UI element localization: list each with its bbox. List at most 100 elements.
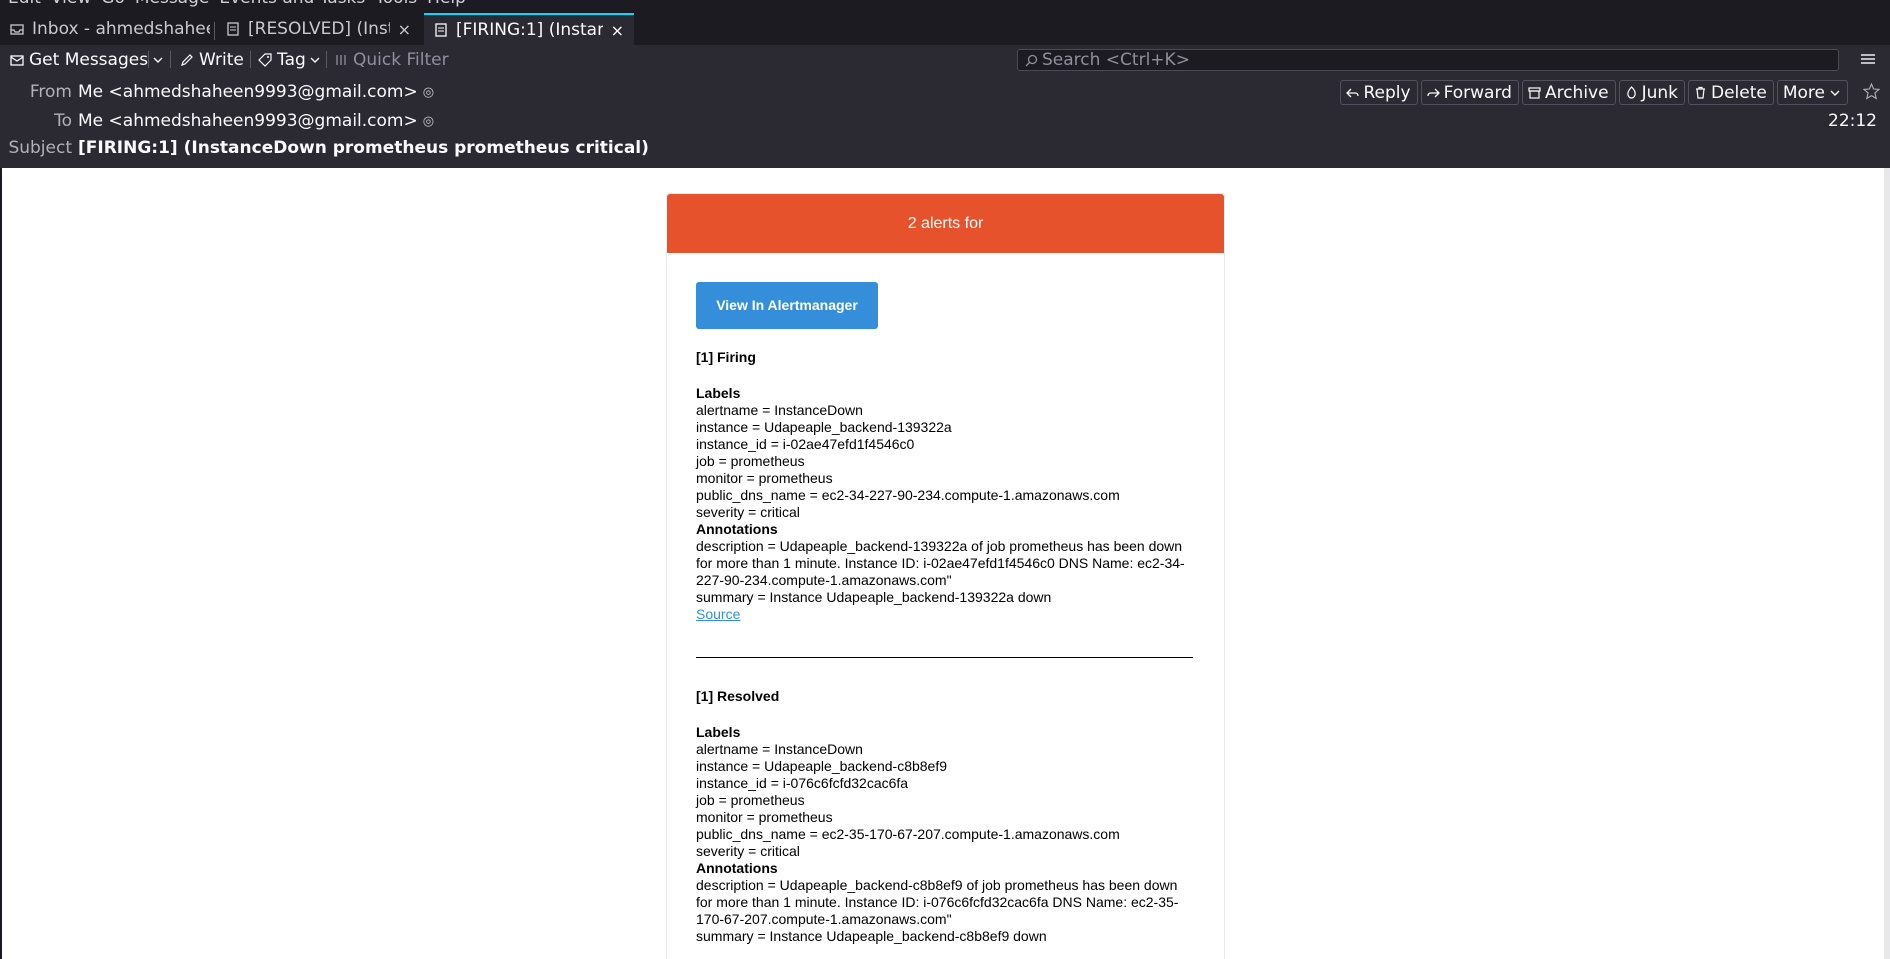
- forward-button[interactable]: Forward: [1420, 80, 1519, 105]
- subject-row: Subject [FIRING:1] (InstanceDown prometh…: [0, 138, 649, 158]
- firing-annotations-heading: Annotations: [696, 521, 778, 537]
- menu-bar: Edit View Go Message Events and Tasks To…: [0, 0, 1890, 8]
- tab-firing[interactable]: [FIRING:1] (InstanceDown prometheus prom…: [424, 13, 634, 45]
- tab-resolved[interactable]: [RESOLVED] (InstanceDown prometheus prom…: [216, 13, 421, 45]
- tab-inbox-label: Inbox - ahmedshaheen9993@gmail.com: [32, 19, 210, 39]
- message-header: From Me <ahmedshaheen9993@gmail.com> ◎ T…: [0, 74, 1890, 168]
- resolved-labels-heading: Labels: [696, 724, 741, 740]
- close-icon[interactable]: ×: [398, 20, 411, 39]
- header-actions: Reply Forward Archive Junk Delete More: [1340, 80, 1848, 105]
- tab-bar: Inbox - ahmedshaheen9993@gmail.com [RESO…: [0, 8, 1890, 45]
- resolved-label-item: alertname = InstanceDown: [696, 741, 863, 757]
- star-icon[interactable]: [1863, 83, 1880, 100]
- firing-summary: summary = Instance Udapeaple_backend-139…: [696, 589, 1052, 605]
- message-time: 22:12: [1828, 111, 1877, 131]
- mail-toolbar: Get Messages Write Tag Quick Filter Sear…: [0, 45, 1890, 74]
- delete-label: Delete: [1710, 82, 1767, 103]
- pencil-icon: [181, 53, 193, 66]
- message-icon: [435, 23, 447, 37]
- resolved-label-item: instance = Udapeaple_backend-c8b8ef9: [696, 758, 948, 774]
- close-icon[interactable]: ×: [611, 21, 624, 40]
- from-value[interactable]: Me <ahmedshaheen9993@gmail.com>: [78, 82, 418, 102]
- more-button[interactable]: More: [1776, 80, 1848, 105]
- tab-separator: [214, 22, 215, 40]
- menu-message[interactable]: Message: [135, 0, 210, 8]
- firing-label-item: public_dns_name = ec2-34-227-90-234.comp…: [696, 487, 1120, 503]
- resolved-summary: summary = Instance Udapeaple_backend-c8b…: [696, 928, 1047, 944]
- contact-icon[interactable]: ◎: [423, 114, 434, 129]
- toolbar-separator: [170, 51, 171, 68]
- resolved-label-item: severity = critical: [696, 843, 800, 859]
- menu-help[interactable]: Help: [427, 0, 466, 8]
- firing-label-item: instance_id = i-02ae47efd1f4546c0: [696, 436, 915, 452]
- search-input[interactable]: Search <Ctrl+K>: [1017, 49, 1839, 71]
- subject-label: Subject: [8, 138, 72, 158]
- resolved-label-item: monitor = prometheus: [696, 809, 833, 825]
- inbox-icon: [10, 24, 24, 35]
- chevron-down-icon: [153, 57, 163, 63]
- resolved-annotations-heading: Annotations: [696, 860, 778, 876]
- firing-label-item: monitor = prometheus: [696, 470, 833, 486]
- quick-filter-label: Quick Filter: [353, 49, 449, 70]
- menu-go[interactable]: Go: [101, 0, 125, 8]
- reply-button[interactable]: Reply: [1340, 80, 1418, 105]
- quick-filter-button[interactable]: Quick Filter: [334, 45, 449, 74]
- resolved-label-item: instance_id = i-076c6fcfd32cac6fa: [696, 775, 909, 791]
- write-button[interactable]: Write: [180, 45, 244, 74]
- archive-icon: [1528, 87, 1541, 99]
- firing-title: [1] Firing: [696, 349, 756, 365]
- to-row: To Me <ahmedshaheen9993@gmail.com> ◎: [0, 111, 434, 131]
- message-icon: [227, 22, 239, 36]
- message-body: 2 alerts for View In Alertmanager [1] Fi…: [2, 168, 1884, 959]
- alert-card: 2 alerts for View In Alertmanager [1] Fi…: [666, 193, 1225, 959]
- menu-events-and-tasks[interactable]: Events and Tasks: [219, 0, 365, 8]
- tag-button[interactable]: Tag: [258, 45, 321, 74]
- app-menu-icon[interactable]: [1860, 52, 1876, 66]
- alert-content: View In Alertmanager [1] Firing Labels a…: [696, 282, 1193, 945]
- to-label: To: [54, 111, 72, 131]
- get-messages-dropdown[interactable]: [152, 45, 164, 74]
- tag-label: Tag: [277, 49, 306, 70]
- subject-value: [FIRING:1] (InstanceDown prometheus prom…: [78, 138, 649, 158]
- write-label: Write: [199, 49, 244, 70]
- tab-resolved-label: [RESOLVED] (InstanceDown prometheus prom…: [248, 19, 390, 39]
- search-placeholder: Search <Ctrl+K>: [1042, 50, 1190, 70]
- scrollbar[interactable]: [1884, 168, 1890, 959]
- firing-label-item: alertname = InstanceDown: [696, 402, 863, 418]
- contact-icon[interactable]: ◎: [423, 85, 434, 100]
- chevron-down-icon: [1830, 90, 1840, 96]
- firing-label-item: severity = critical: [696, 504, 800, 520]
- menu-view[interactable]: View: [51, 0, 91, 8]
- section-divider: [696, 657, 1193, 658]
- trash-icon: [1695, 86, 1705, 99]
- source-link[interactable]: Source: [696, 606, 740, 622]
- delete-button[interactable]: Delete: [1687, 80, 1774, 105]
- menu-tools[interactable]: Tools: [375, 0, 417, 8]
- menu-edit[interactable]: Edit: [8, 0, 41, 8]
- to-value[interactable]: Me <ahmedshaheen9993@gmail.com>: [78, 111, 418, 131]
- firing-description: description = Udapeaple_backend-139322a …: [696, 538, 1185, 588]
- tab-firing-label: [FIRING:1] (InstanceDown prometheus prom…: [456, 20, 603, 40]
- resolved-title: [1] Resolved: [696, 688, 780, 704]
- get-messages-button[interactable]: Get Messages: [10, 45, 148, 74]
- forward-icon: [1426, 88, 1440, 98]
- junk-label: Junk: [1641, 82, 1678, 103]
- alert-banner: 2 alerts for: [667, 194, 1224, 253]
- get-messages-icon: [10, 54, 24, 66]
- junk-icon: [1626, 86, 1636, 99]
- get-messages-label: Get Messages: [29, 49, 149, 70]
- archive-button[interactable]: Archive: [1521, 80, 1616, 105]
- tag-icon: [258, 52, 272, 67]
- toolbar-separator: [148, 51, 149, 68]
- from-label: From: [29, 82, 72, 102]
- reply-icon: [1346, 88, 1360, 98]
- from-row: From Me <ahmedshaheen9993@gmail.com> ◎: [0, 82, 434, 102]
- firing-labels-heading: Labels: [696, 385, 741, 401]
- junk-button[interactable]: Junk: [1618, 80, 1685, 105]
- search-icon: [1025, 54, 1038, 66]
- view-in-alertmanager-button[interactable]: View In Alertmanager: [696, 282, 878, 329]
- forward-label: Forward: [1443, 82, 1512, 103]
- tab-inbox[interactable]: Inbox - ahmedshaheen9993@gmail.com: [0, 13, 210, 45]
- resolved-description: description = Udapeaple_backend-c8b8ef9 …: [696, 877, 1179, 927]
- more-label: More: [1782, 82, 1825, 103]
